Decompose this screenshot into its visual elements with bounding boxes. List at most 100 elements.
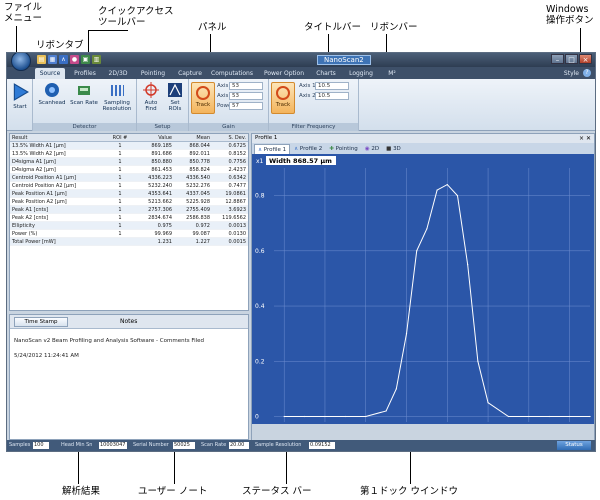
table-row[interactable]: Centroid Position A1 [µm] 1 4336.223 4336.5… xyxy=(10,174,248,182)
tab-profile-1[interactable]: ∧ Profile 1 xyxy=(254,144,291,154)
callout-dock-window: 第１ドック ウインドウ xyxy=(360,486,459,497)
col-mean[interactable]: Mean xyxy=(174,134,212,141)
table-row[interactable]: Total Power [mW] 1.231 1.227 0.0015 xyxy=(10,238,248,246)
tab-m2[interactable]: M² xyxy=(383,68,401,79)
target-icon xyxy=(276,86,290,100)
table-row[interactable]: 13.5% Width A1 [µm] 1 869.185 868.044 0.6725 xyxy=(10,142,248,150)
data-point xyxy=(303,415,306,418)
table-row[interactable]: Ellipticity 1 0.975 0.972 0.0013 xyxy=(10,222,248,230)
gain-axis1-spinner[interactable]: 53 xyxy=(229,82,263,90)
plot-background xyxy=(252,154,594,440)
results-table: Result ROI # Value Mean S. Dev. 13.5% Wi… xyxy=(9,133,249,311)
col-result[interactable]: Result xyxy=(10,134,106,141)
tab-source[interactable]: Source xyxy=(35,68,65,79)
callout-titlebar: タイトルバー xyxy=(304,22,362,33)
table-row[interactable]: Peak A1 [cnts] 1 2757.306 2755.409 3.6923 xyxy=(10,206,248,214)
open-icon[interactable]: ▤ xyxy=(37,55,46,64)
tab-power-option[interactable]: Power Option xyxy=(261,68,307,79)
tab-profiles[interactable]: Profiles xyxy=(69,68,101,79)
auto-find-button[interactable]: Auto Find xyxy=(140,82,162,112)
col-roi[interactable]: ROI # xyxy=(106,134,134,141)
tab-profile-2[interactable]: ∧ Profile 2 xyxy=(291,144,325,154)
table-cell: 1 xyxy=(118,159,122,165)
status-label-samples: Samples xyxy=(9,442,31,448)
notes-text-area[interactable]: NanoScan v2 Beam Profiling and Analysis … xyxy=(10,329,248,369)
table-row[interactable]: Peak A2 [cnts] 1 2834.674 2586.838 119.6562 xyxy=(10,214,248,222)
table-row[interactable]: D4sigma A2 [µm] 1 861.453 858.824 2.4237 xyxy=(10,166,248,174)
tab-charts[interactable]: Charts xyxy=(313,68,339,79)
help-icon[interactable]: ? xyxy=(583,69,591,77)
style-dropdown[interactable]: Style xyxy=(564,68,579,79)
table-row[interactable]: Centroid Position A2 [µm] 1 5232.240 5232.2… xyxy=(10,182,248,190)
dock-close-icon[interactable]: × ✕ xyxy=(579,134,591,143)
start-button[interactable]: Start xyxy=(10,82,30,110)
set-rois-button[interactable]: Set ROIs xyxy=(164,82,186,112)
tab-computations[interactable]: Computations xyxy=(209,68,255,79)
data-point xyxy=(507,415,510,418)
col-sdev[interactable]: S. Dev. xyxy=(212,134,248,141)
width-label: Width 868.57 µm xyxy=(269,157,332,165)
tab-2d3d[interactable]: 2D/3D xyxy=(105,68,131,79)
table-cell: Peak Position A2 [µm] xyxy=(12,199,67,205)
table-cell: 4337.045 xyxy=(186,191,210,197)
table-row[interactable]: Peak Position A2 [µm] 1 5213.662 5225.928 12… xyxy=(10,198,248,206)
print-icon[interactable]: ▣ xyxy=(81,55,90,64)
time-stamp-button[interactable]: Time Stamp xyxy=(14,317,68,327)
data-point xyxy=(385,410,387,412)
status-button[interactable]: Status xyxy=(557,441,591,450)
sampling-resolution-button[interactable]: Sampling Resolution xyxy=(99,82,135,112)
tab-logging[interactable]: Logging xyxy=(345,68,377,79)
tab-pointing-view[interactable]: ✚ Pointing xyxy=(326,144,361,154)
table-cell: 2757.306 xyxy=(148,207,172,213)
save-icon[interactable]: ▦ xyxy=(48,55,57,64)
data-point xyxy=(569,415,571,418)
tab-capture[interactable]: Capture xyxy=(175,68,205,79)
tab-3d-view[interactable]: ■ 3D xyxy=(383,144,404,154)
application-menu-button[interactable] xyxy=(11,53,31,71)
filter-track-button[interactable]: Track xyxy=(271,82,295,114)
table-row[interactable]: 13.5% Width A2 [µm] 1 891.686 892.011 0.8152 xyxy=(10,150,248,158)
notes-tab[interactable]: Notes xyxy=(120,317,137,327)
record-icon[interactable]: ● xyxy=(70,55,79,64)
col-value[interactable]: Value xyxy=(134,134,174,141)
tab-2d-view[interactable]: ◉ 2D xyxy=(362,144,382,154)
ribbon-group-start: Start xyxy=(7,79,33,131)
x-axis-strip xyxy=(252,424,594,440)
tab-pointing[interactable]: Pointing xyxy=(137,68,169,79)
layout-icon[interactable]: ▥ xyxy=(92,55,101,64)
sampling-resolution-icon xyxy=(111,85,124,96)
status-label-serial-number: Serial Number xyxy=(133,442,169,448)
table-row[interactable]: Power (%) 1 99.969 99.087 0.0130 xyxy=(10,230,248,238)
scan-rate-button[interactable]: Scan Rate xyxy=(69,82,99,106)
callout-user-notes: ユーザー ノート xyxy=(138,486,208,497)
table-cell: 2834.674 xyxy=(148,215,172,221)
filter-axis1-spinner[interactable]: 10.5 xyxy=(315,82,349,90)
filter-axis2-spinner[interactable]: 10.5 xyxy=(315,92,349,100)
table-cell: 13.5% Width A2 [µm] xyxy=(12,151,66,157)
scanhead-button[interactable]: Scanhead xyxy=(37,82,67,106)
minimize-button[interactable]: – xyxy=(551,54,564,64)
table-cell: Total Power [mW] xyxy=(12,239,56,245)
y-tick-label: 0.8 xyxy=(255,193,265,200)
table-row[interactable]: D4sigma A1 [µm] 1 850.880 850.778 0.7756 xyxy=(10,158,248,166)
data-point xyxy=(416,250,418,252)
leader-line-status-bar xyxy=(286,452,287,484)
maximize-button[interactable]: □ xyxy=(565,54,578,64)
profile-chart[interactable]: 00.20.40.60.8 28003200360040004400480052… xyxy=(252,154,594,440)
status-value-head-min-sn: 10003047 xyxy=(99,442,127,449)
target-icon xyxy=(196,86,210,100)
gain-track-button[interactable]: Track xyxy=(191,82,215,114)
close-button[interactable]: × xyxy=(579,54,592,64)
leader-line-windows-buttons xyxy=(580,28,581,54)
table-cell: 1 xyxy=(118,191,122,197)
table-cell: 4353.641 xyxy=(148,191,172,197)
table-cell: 0.7756 xyxy=(228,159,247,165)
gain-power-spinner[interactable]: 57 xyxy=(229,102,263,110)
gain-axis2-spinner[interactable]: 53 xyxy=(229,92,263,100)
table-cell: Peak A1 [cnts] xyxy=(12,207,49,213)
data-point xyxy=(436,189,438,191)
table-row[interactable]: Peak Position A1 [µm] 1 4353.641 4337.045 19… xyxy=(10,190,248,198)
ribbon-bar: Start Scanhead Scan Rate Sampling Resolu… xyxy=(7,79,595,131)
profile-icon[interactable]: ∧ xyxy=(59,55,68,64)
data-point xyxy=(456,195,459,197)
